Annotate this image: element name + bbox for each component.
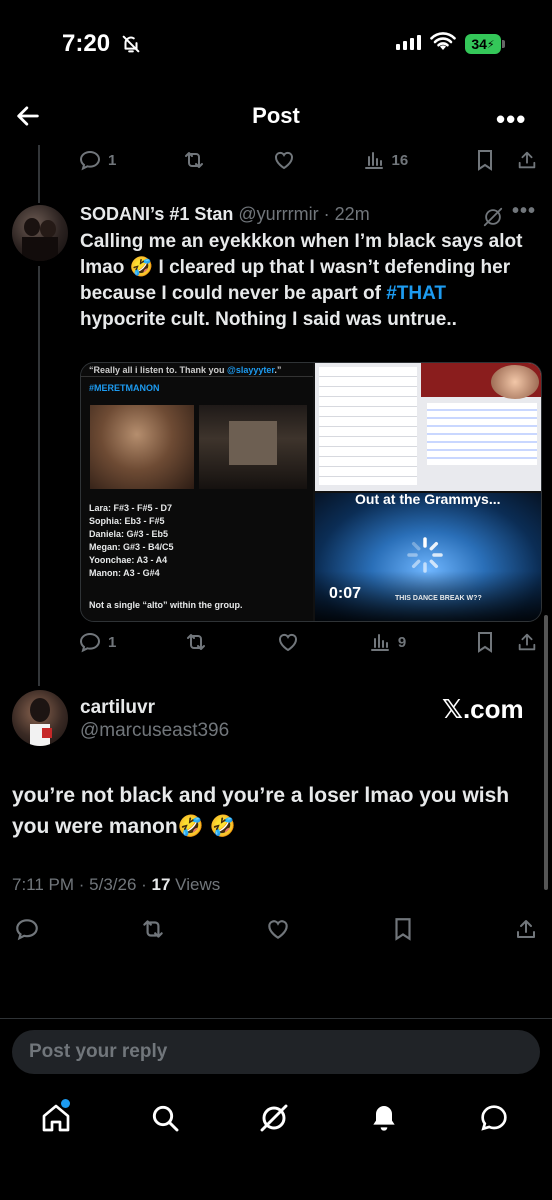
range-item: Megan: G#3 - B4/C5 bbox=[89, 542, 174, 552]
album-cover bbox=[199, 405, 307, 489]
range-item: Daniela: G#3 - Eb5 bbox=[89, 529, 169, 539]
author-handle[interactable]: @marcuseast396 bbox=[80, 720, 229, 742]
quote-mention: @slayyyter bbox=[227, 365, 275, 375]
photo-woman bbox=[90, 405, 194, 489]
signal-icon bbox=[396, 35, 421, 50]
reply-action-bar: 1 9 bbox=[78, 630, 538, 654]
quote-text: “Really all i listen to. Thank you bbox=[89, 365, 228, 375]
views-action[interactable]: 16 bbox=[362, 148, 409, 172]
media-footer-text: Not a single “alto” within the group. bbox=[89, 600, 243, 610]
post-action-bar bbox=[14, 916, 538, 942]
handle[interactable]: @yurrrmir bbox=[238, 204, 318, 224]
thread-line-top bbox=[38, 145, 40, 203]
like-action[interactable] bbox=[276, 630, 300, 654]
repost-icon[interactable] bbox=[140, 916, 166, 942]
wifi-icon bbox=[430, 32, 456, 57]
views-count: 9 bbox=[397, 633, 407, 651]
views-icon bbox=[364, 152, 383, 169]
divider bbox=[0, 1018, 552, 1019]
home-notification-dot bbox=[61, 1099, 70, 1108]
range-item: Manon: A3 - G#4 bbox=[89, 568, 160, 578]
post-text: you’re not black and you’re a loser lmao… bbox=[12, 784, 510, 838]
like-action[interactable] bbox=[272, 148, 296, 172]
xcom-badge: 𝕏.com bbox=[442, 694, 524, 724]
bookmark-share-group bbox=[474, 148, 538, 172]
reply-input[interactable]: Post your reply bbox=[12, 1030, 540, 1074]
media-image-screenshots[interactable] bbox=[315, 363, 541, 491]
tweet-more-icon[interactable]: ••• bbox=[512, 200, 536, 223]
display-name[interactable]: SODANI’s #1 Stan bbox=[80, 204, 233, 224]
video-caption: Out at the Grammys... bbox=[355, 491, 501, 507]
range-item: Sophia: Eb3 - F#5 bbox=[89, 516, 165, 526]
hashtag-link[interactable]: #THAT bbox=[386, 283, 446, 304]
dance-caption: THIS DANCE BREAK W?? bbox=[395, 595, 482, 602]
repost-icon bbox=[185, 152, 204, 168]
quote-suffix: .” bbox=[274, 365, 282, 375]
avatar[interactable] bbox=[12, 690, 68, 746]
home-icon[interactable] bbox=[40, 1099, 72, 1139]
video-duration: 0:07 bbox=[329, 585, 362, 602]
battery-tip bbox=[502, 40, 505, 48]
bookmark-icon[interactable] bbox=[474, 148, 496, 172]
post-timestamp: 7:11 PM · 5/3/26 · bbox=[12, 875, 152, 894]
parent-action-bar: 1 16 bbox=[78, 148, 538, 172]
bookmark-icon[interactable] bbox=[474, 630, 496, 654]
media-quote: “Really all i listen to. Thank you @slay… bbox=[89, 365, 309, 375]
views-icon bbox=[370, 634, 389, 651]
tweet-text-part1: Calling me an eyekkkon when I’m black sa… bbox=[80, 231, 523, 304]
share-icon[interactable] bbox=[516, 630, 538, 654]
heart-icon[interactable] bbox=[265, 916, 291, 942]
reply-count: 1 bbox=[108, 151, 117, 169]
messages-icon[interactable] bbox=[478, 1102, 510, 1139]
reply-count: 1 bbox=[108, 633, 117, 651]
battery-indicator: 34 ⚡ bbox=[465, 34, 501, 54]
reply-action[interactable]: 1 bbox=[78, 148, 116, 172]
tweet-header: SODANI’s #1 Stan @yurrrmir · 22m bbox=[80, 204, 370, 225]
range-item: Lara: F#3 - F#5 - D7 bbox=[89, 503, 173, 513]
battery-level: 34 bbox=[471, 36, 487, 52]
tweet-text: Calling me an eyekkkon when I’m black sa… bbox=[80, 229, 535, 333]
bell-off-icon bbox=[120, 33, 142, 60]
views-action[interactable]: 9 bbox=[368, 630, 406, 654]
views-label: Views bbox=[170, 875, 221, 894]
media-image-vocal-ranges[interactable]: “Really all i listen to. Thank you @slay… bbox=[81, 363, 313, 621]
share-icon[interactable] bbox=[516, 148, 538, 172]
scrollbar[interactable] bbox=[544, 615, 548, 890]
status-time: 7:20 bbox=[62, 30, 111, 57]
search-icon[interactable] bbox=[149, 1102, 181, 1139]
range-item: Yoonchae: A3 - A4 bbox=[89, 555, 168, 565]
repost-action[interactable] bbox=[182, 148, 206, 172]
share-icon[interactable] bbox=[514, 916, 538, 942]
loading-spinner-icon bbox=[405, 535, 445, 580]
heart-icon bbox=[279, 633, 297, 652]
grok-icon[interactable] bbox=[258, 1102, 290, 1139]
author-name[interactable]: cartiluvr bbox=[80, 697, 155, 719]
avatar[interactable] bbox=[12, 205, 68, 261]
page-title: Post bbox=[252, 103, 300, 128]
timestamp: 22m bbox=[334, 204, 370, 224]
bookmark-icon[interactable] bbox=[391, 916, 415, 942]
vocal-range-list: Lara: F#3 - F#5 - D7 Sophia: Eb3 - F#5 D… bbox=[89, 503, 174, 578]
more-options-icon[interactable]: ••• bbox=[496, 104, 526, 135]
tweet-text-part2: hypocrite cult. Nothing I said was untru… bbox=[80, 309, 457, 330]
reply-icon bbox=[79, 632, 101, 653]
reply-icon[interactable] bbox=[14, 916, 40, 942]
views-count: 17 bbox=[151, 875, 171, 894]
media-tag: #MERETMANON bbox=[89, 383, 160, 393]
reply-action[interactable]: 1 bbox=[78, 630, 116, 654]
post-meta: 7:11 PM · 5/3/26 · 17 Views bbox=[12, 875, 220, 895]
repost-icon bbox=[187, 634, 206, 650]
charging-icon: ⚡ bbox=[486, 38, 495, 51]
separator: · bbox=[318, 204, 335, 224]
thread-line bbox=[38, 266, 40, 686]
notifications-icon[interactable] bbox=[368, 1102, 400, 1139]
bookmark-share-group bbox=[474, 630, 538, 654]
repost-action[interactable] bbox=[184, 630, 208, 654]
reply-icon bbox=[79, 150, 101, 171]
tweet-media[interactable]: “Really all i listen to. Thank you @slay… bbox=[80, 362, 542, 622]
views-count: 16 bbox=[391, 151, 409, 169]
heart-icon bbox=[274, 151, 293, 170]
